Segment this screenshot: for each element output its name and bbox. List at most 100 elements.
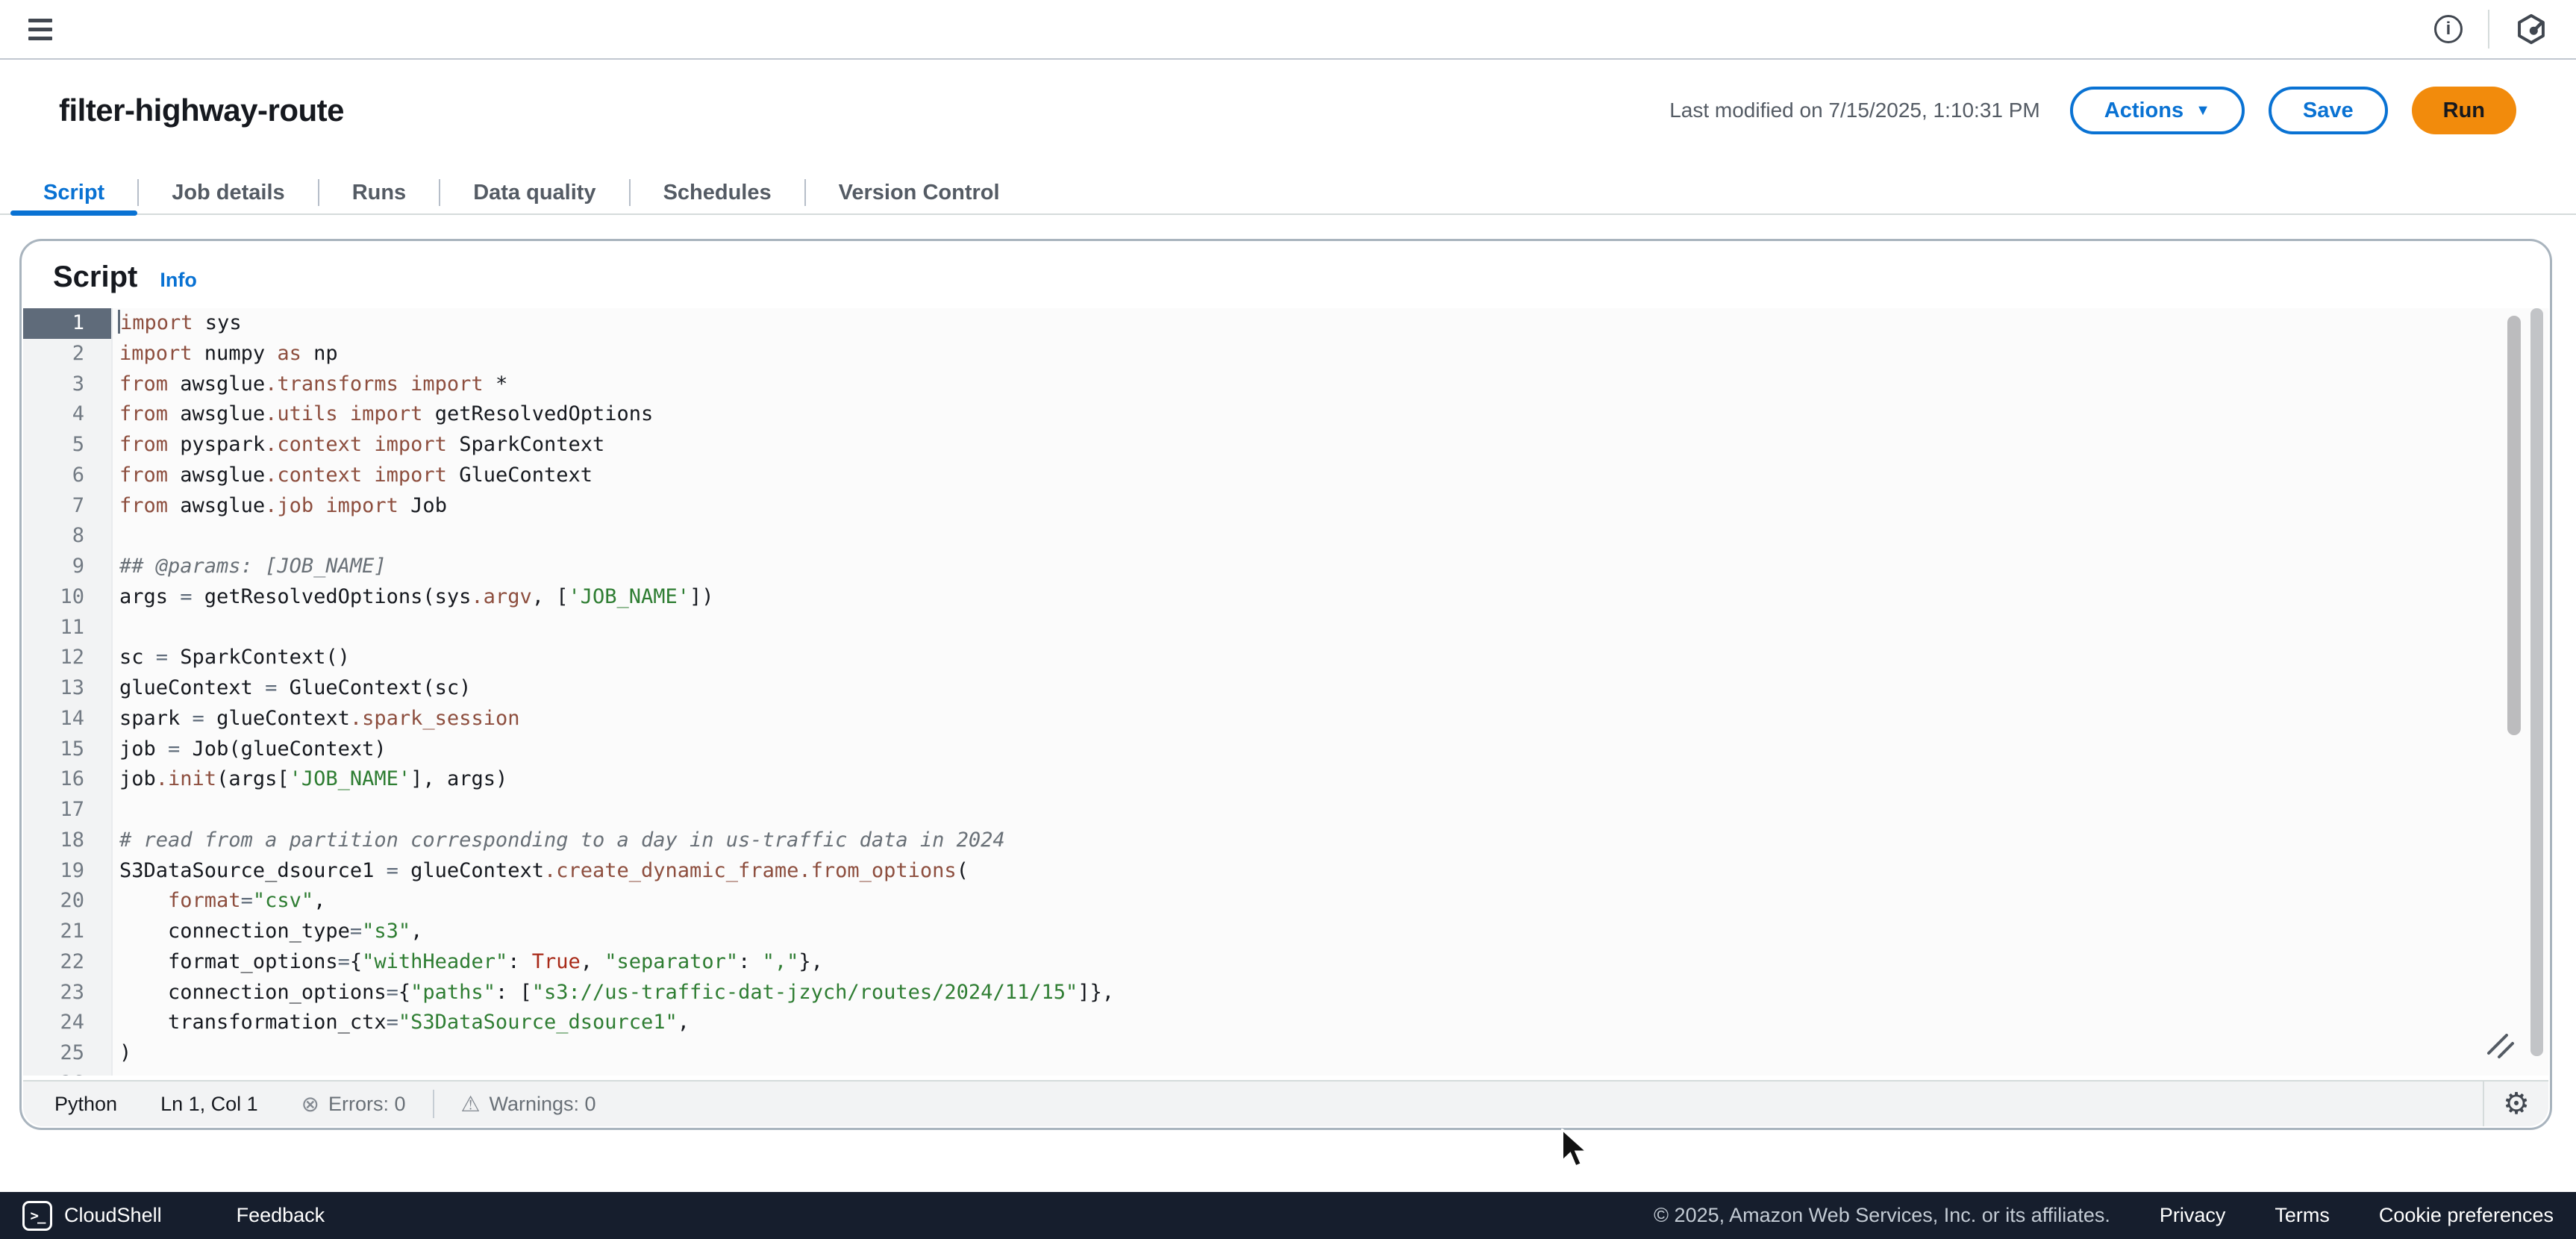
privacy-link[interactable]: Privacy bbox=[2160, 1204, 2226, 1227]
code-editor[interactable]: 1234567891011121314151617181920212223242… bbox=[23, 308, 2548, 1076]
info-icon[interactable]: i bbox=[2434, 15, 2463, 43]
line-number: 19 bbox=[23, 856, 111, 887]
code-line[interactable]: from awsglue.job import Job bbox=[119, 491, 2548, 522]
line-number: 1 bbox=[23, 308, 111, 339]
glue-service-icon[interactable] bbox=[2515, 13, 2548, 46]
code-line[interactable]: job = Job(glueContext) bbox=[119, 734, 2548, 765]
line-number: 7 bbox=[23, 491, 111, 522]
line-number: 13 bbox=[23, 673, 111, 704]
copyright-text: © 2025, Amazon Web Services, Inc. or its… bbox=[1654, 1204, 2110, 1227]
line-number: 8 bbox=[23, 521, 111, 552]
code-line[interactable]: glueContext = GlueContext(sc) bbox=[119, 673, 2548, 704]
editor-settings-button[interactable]: ⚙ bbox=[2483, 1082, 2548, 1126]
code-line[interactable]: S3DataSource_dsource1 = glueContext.crea… bbox=[119, 856, 2548, 887]
panel-scrollbar-thumb[interactable] bbox=[2530, 308, 2543, 1056]
terminal-icon: >_ bbox=[22, 1201, 52, 1231]
line-number: 6 bbox=[23, 461, 111, 491]
tab-runs[interactable]: Runs bbox=[319, 172, 440, 213]
code-line[interactable]: import sys bbox=[119, 308, 2548, 339]
line-number: 12 bbox=[23, 643, 111, 673]
tabs-bar: Script Job details Runs Data quality Sch… bbox=[0, 172, 2576, 215]
code-line[interactable] bbox=[119, 521, 2548, 552]
save-button-label: Save bbox=[2303, 99, 2354, 123]
line-number: 17 bbox=[23, 795, 111, 826]
code-line[interactable]: ## @params: [JOB_NAME] bbox=[119, 552, 2548, 582]
hamburger-menu-icon[interactable] bbox=[28, 19, 52, 40]
editor-scrollbar-thumb[interactable] bbox=[2507, 316, 2521, 735]
cloudshell-label: CloudShell bbox=[64, 1204, 162, 1227]
warnings-label: Warnings: 0 bbox=[490, 1093, 596, 1116]
code-line[interactable]: args = getResolvedOptions(sys.argv, ['JO… bbox=[119, 582, 2548, 613]
script-panel: Script Info 1 23 4567891011121314151617181… bbox=[19, 239, 2552, 1130]
chevron-down-icon: ▼ bbox=[2195, 102, 2210, 119]
terms-link[interactable]: Terms bbox=[2275, 1204, 2330, 1227]
code-line[interactable]: job.init(args['JOB_NAME'], args) bbox=[119, 764, 2548, 795]
script-panel-header: Script Info bbox=[22, 241, 2550, 307]
code-line[interactable]: from awsglue.context import GlueContext bbox=[119, 461, 2548, 491]
warning-triangle-icon: ⚠ bbox=[461, 1091, 481, 1117]
tab-data-quality[interactable]: Data quality bbox=[440, 172, 628, 213]
top-navigation-bar: i bbox=[0, 0, 2576, 60]
statusbar-divider bbox=[433, 1090, 434, 1118]
error-circle-icon: ⊗ bbox=[301, 1091, 319, 1117]
cursor-position: Ln 1, Col 1 bbox=[160, 1093, 258, 1116]
errors-indicator: ⊗ Errors: 0 bbox=[301, 1091, 406, 1117]
code-line[interactable]: from pyspark.context import SparkContext bbox=[119, 430, 2548, 461]
cloudshell-button[interactable]: >_ CloudShell bbox=[22, 1201, 162, 1231]
mouse-cursor bbox=[1560, 1129, 1592, 1172]
code-line[interactable]: import numpy as np bbox=[119, 339, 2548, 369]
line-number: 20 bbox=[23, 886, 111, 917]
line-number: 26 bbox=[23, 1069, 111, 1076]
line-number: 18 bbox=[23, 826, 111, 856]
line-number: 22 bbox=[23, 947, 111, 978]
gutter: 1234567891011121314151617181920212223242… bbox=[23, 308, 113, 1076]
gear-icon: ⚙ bbox=[2503, 1087, 2530, 1121]
line-number: 23 bbox=[23, 978, 111, 1008]
line-number: 14 bbox=[23, 704, 111, 734]
code-line[interactable] bbox=[119, 795, 2548, 826]
code-line[interactable]: ) bbox=[119, 1038, 2548, 1069]
tab-schedules[interactable]: Schedules bbox=[631, 172, 804, 213]
code-line[interactable]: spark = glueContext.spark_session bbox=[119, 704, 2548, 734]
line-number: 11 bbox=[23, 613, 111, 643]
script-panel-title: Script bbox=[53, 260, 137, 294]
feedback-link[interactable]: Feedback bbox=[237, 1204, 325, 1227]
code-line[interactable]: connection_options={"paths": ["s3://us-t… bbox=[119, 978, 2548, 1008]
info-link[interactable]: Info bbox=[160, 269, 196, 292]
actions-button-label: Actions bbox=[2104, 99, 2183, 123]
code-line[interactable]: # read from a partition corresponding to… bbox=[119, 826, 2548, 856]
topbar-divider bbox=[2488, 10, 2489, 49]
resize-handle-icon[interactable] bbox=[2486, 1034, 2516, 1059]
line-number: 4 bbox=[23, 399, 111, 430]
code-line[interactable]: connection_type="s3", bbox=[119, 917, 2548, 947]
run-button[interactable]: Run bbox=[2412, 87, 2516, 134]
code-line[interactable]: from awsglue.utils import getResolvedOpt… bbox=[119, 399, 2548, 430]
code-line[interactable]: format_options={"withHeader": True, "sep… bbox=[119, 947, 2548, 978]
line-number: 5 bbox=[23, 430, 111, 461]
actions-button[interactable]: Actions ▼ bbox=[2070, 87, 2245, 134]
language-selector[interactable]: Python bbox=[54, 1093, 117, 1116]
tab-version-control[interactable]: Version Control bbox=[806, 172, 1033, 213]
code-line[interactable]: transformation_ctx="S3DataSource_dsource… bbox=[119, 1008, 2548, 1038]
console-footer: >_ CloudShell Feedback © 2025, Amazon We… bbox=[0, 1192, 2576, 1239]
errors-label: Errors: 0 bbox=[328, 1093, 406, 1116]
line-number: 16 bbox=[23, 764, 111, 795]
tab-job-details[interactable]: Job details bbox=[139, 172, 318, 213]
code-line[interactable]: sc = SparkContext() bbox=[119, 643, 2548, 673]
line-number: 25 bbox=[23, 1038, 111, 1069]
line-number: 15 bbox=[23, 734, 111, 765]
line-number: 10 bbox=[23, 582, 111, 613]
line-number: 3 bbox=[23, 369, 111, 400]
last-modified-text: Last modified on 7/15/2025, 1:10:31 PM bbox=[1669, 99, 2040, 122]
line-number: 9 bbox=[23, 552, 111, 582]
code-line[interactable]: format="csv", bbox=[119, 886, 2548, 917]
cookie-preferences-link[interactable]: Cookie preferences bbox=[2379, 1204, 2554, 1227]
code-line[interactable] bbox=[119, 613, 2548, 643]
code-lines[interactable]: import sysimport numpy as npfrom awsglue… bbox=[113, 308, 2548, 1076]
line-number: 21 bbox=[23, 917, 111, 947]
tab-script[interactable]: Script bbox=[10, 172, 137, 213]
save-button[interactable]: Save bbox=[2269, 87, 2388, 134]
line-number: 24 bbox=[23, 1008, 111, 1038]
code-line[interactable]: from awsglue.transforms import * bbox=[119, 369, 2548, 400]
editor-status-bar: Python Ln 1, Col 1 ⊗ Errors: 0 ⚠ Warning… bbox=[23, 1080, 2548, 1126]
